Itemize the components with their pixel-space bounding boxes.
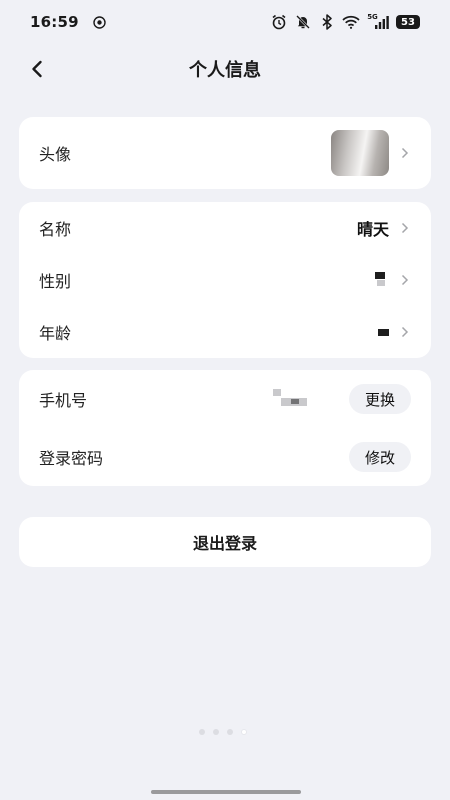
avatar-label: 头像	[39, 145, 72, 164]
avatar-row-right	[331, 130, 411, 176]
bluetooth-icon	[318, 13, 336, 31]
gender-label: 性别	[39, 272, 72, 291]
page-indicator	[199, 729, 247, 735]
phone-row: 手机号 更换	[19, 370, 431, 428]
mute-bell-icon	[294, 13, 312, 31]
status-time: 16:59	[30, 13, 79, 31]
page-dot	[213, 729, 219, 735]
password-row: 登录密码 修改	[19, 428, 431, 486]
alarm-icon	[270, 13, 288, 31]
phone-row-right: 更换	[219, 384, 411, 414]
cellular-signal-icon: 5G	[366, 13, 390, 31]
name-label: 名称	[39, 220, 72, 239]
screen: 16:59 5G 53 个人信息 头像 名称 晴天 性别 年龄 手机号 更换 登…	[0, 0, 450, 800]
change-password-button[interactable]: 修改	[348, 442, 411, 472]
status-bar: 16:59 5G 53	[0, 0, 450, 44]
page-dot	[199, 729, 205, 735]
gender-row[interactable]: 性别	[19, 254, 431, 306]
status-left: 16:59	[30, 13, 109, 31]
wifi-icon	[342, 13, 360, 31]
name-row-right: 晴天	[357, 216, 411, 240]
phone-label: 手机号	[39, 391, 88, 410]
home-indicator[interactable]	[151, 790, 301, 794]
battery-icon: 53	[396, 15, 420, 29]
name-value: 晴天	[356, 220, 389, 239]
age-value-redacted	[378, 328, 389, 336]
chevron-right-icon	[399, 222, 411, 234]
page-dot-active	[241, 729, 247, 735]
age-label: 年龄	[39, 324, 72, 343]
back-arrow-icon	[32, 60, 42, 78]
age-row-right	[378, 326, 411, 338]
avatar	[331, 130, 389, 176]
page-dot	[227, 729, 233, 735]
logout-button[interactable]: 退出登录	[19, 517, 431, 567]
password-row-right: 修改	[348, 442, 411, 472]
account-card: 手机号 更换 登录密码 修改	[19, 370, 431, 486]
chevron-right-icon	[399, 326, 411, 338]
status-right: 5G 53	[270, 13, 420, 31]
app-notification-icon	[91, 13, 109, 31]
basic-info-card: 名称 晴天 性别 年龄	[19, 202, 431, 358]
name-row[interactable]: 名称 晴天	[19, 202, 431, 254]
change-phone-button[interactable]: 更换	[348, 384, 411, 414]
phone-value-redacted	[219, 387, 339, 411]
gender-value-redacted	[375, 272, 389, 288]
gender-row-right	[375, 272, 411, 288]
password-label: 登录密码	[39, 449, 104, 468]
avatar-card: 头像	[19, 117, 431, 189]
page-title: 个人信息	[189, 60, 261, 81]
chevron-right-icon	[399, 274, 411, 286]
avatar-row[interactable]: 头像	[19, 117, 431, 189]
header: 个人信息	[0, 50, 450, 88]
age-row[interactable]: 年龄	[19, 306, 431, 358]
back-button[interactable]	[22, 54, 52, 84]
network-type: 5G	[367, 13, 378, 21]
chevron-right-icon	[399, 147, 411, 159]
